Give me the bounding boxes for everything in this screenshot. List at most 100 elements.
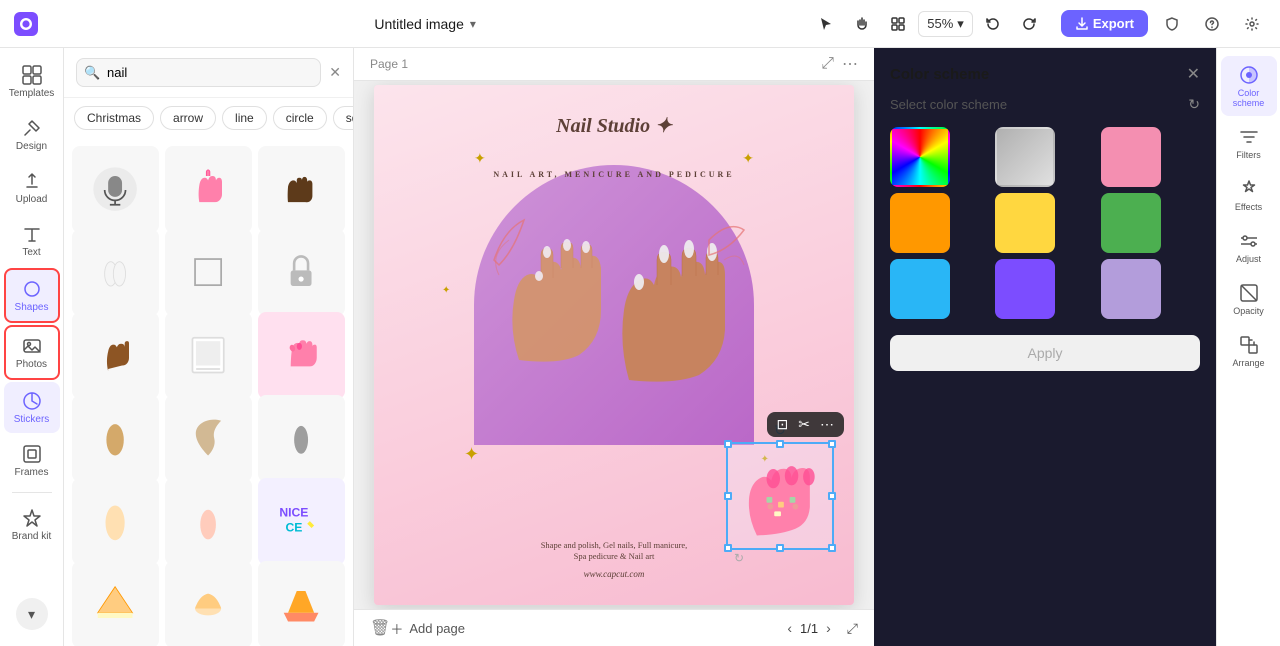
sticker-nail-cream-1[interactable] xyxy=(72,478,159,565)
hands-image-area xyxy=(479,180,749,400)
resize-rm-handle[interactable] xyxy=(828,492,836,500)
right-sidebar-item-adjust[interactable]: Adjust xyxy=(1221,222,1277,272)
canvas[interactable]: ✦ ✦ ✦ ✦ ✦ Nail Studio ✦ NAIL ART, MENICU… xyxy=(374,85,854,605)
add-page-button[interactable]: ＋ Add page xyxy=(390,619,465,638)
clear-search-button[interactable]: ✕ xyxy=(329,64,341,81)
sidebar-item-stickers[interactable]: Stickers xyxy=(4,382,60,433)
resize-lm-handle[interactable] xyxy=(724,492,732,500)
swatch-yellow[interactable] xyxy=(995,193,1055,253)
help-button[interactable] xyxy=(1196,8,1228,40)
panel-title: Color scheme xyxy=(890,66,989,83)
sidebar-item-brand[interactable]: Brand kit xyxy=(4,499,60,550)
tag-arrow[interactable]: arrow xyxy=(160,106,216,130)
sticker-food[interactable] xyxy=(258,561,345,646)
search-bar: 🔍 ✕ xyxy=(64,48,353,98)
sticker-pink-glove[interactable] xyxy=(258,312,345,399)
tag-circle[interactable]: circle xyxy=(273,106,327,130)
sidebar-item-templates[interactable]: Templates xyxy=(4,56,60,107)
swatch-blue[interactable] xyxy=(890,259,950,319)
nail-desc: Shape and polish, Gel nails, Full manicu… xyxy=(541,540,688,550)
sticker-nice[interactable]: NICE CE xyxy=(258,478,345,565)
sticker-nail-gray[interactable] xyxy=(258,395,345,482)
resize-tl-handle[interactable] xyxy=(724,440,732,448)
prev-page-button[interactable]: ‹ xyxy=(787,620,792,636)
sticker-nail-cream-2[interactable] xyxy=(165,478,252,565)
color-scheme-panel: Color scheme ✕ Select color scheme ↻ App… xyxy=(874,48,1216,646)
canva-logo[interactable] xyxy=(12,10,40,38)
swatch-pink[interactable] xyxy=(1101,127,1161,187)
swatch-purple[interactable] xyxy=(995,259,1055,319)
search-input[interactable] xyxy=(76,58,321,87)
tag-square[interactable]: square xyxy=(333,106,353,130)
sticker-slice-1[interactable] xyxy=(72,561,159,646)
tag-line[interactable]: line xyxy=(222,106,267,130)
resize-bm-handle[interactable] xyxy=(776,544,784,552)
sparkle-right: ✦ xyxy=(742,150,754,167)
sidebar-item-design[interactable]: Design xyxy=(4,109,60,160)
sidebar-item-upload[interactable]: Upload xyxy=(4,162,60,213)
sticker-slice-2[interactable] xyxy=(165,561,252,646)
chevron-down-icon[interactable]: ▾ xyxy=(470,17,476,31)
fullscreen-button[interactable]: ⤢ xyxy=(847,620,858,637)
sticker-polaroid[interactable] xyxy=(165,312,252,399)
tag-christmas[interactable]: Christmas xyxy=(74,106,154,130)
sidebar-item-frames[interactable]: Frames xyxy=(4,435,60,486)
layout-tool-button[interactable] xyxy=(882,8,914,40)
apply-color-scheme-button[interactable]: Apply xyxy=(890,335,1200,371)
sticker-pink-hand[interactable] xyxy=(165,146,252,233)
right-sidebar-item-color-scheme[interactable]: Color scheme xyxy=(1221,56,1277,116)
sticker-nail-beige[interactable] xyxy=(72,395,159,482)
sidebar-item-shapes[interactable]: Shapes xyxy=(4,268,60,323)
resize-tm-handle[interactable] xyxy=(776,440,784,448)
resize-br-handle[interactable] xyxy=(828,544,836,552)
swatch-gray[interactable] xyxy=(995,127,1055,187)
nail-desc2: Spa pedicure & Nail art xyxy=(574,551,655,561)
sticker-nail-white[interactable] xyxy=(72,229,159,316)
sticker-lock[interactable] xyxy=(258,229,345,316)
delete-page-button[interactable]: 🗑 xyxy=(370,618,390,638)
canvas-wrapper[interactable]: ✦ ✦ ✦ ✦ ✦ Nail Studio ✦ NAIL ART, MENICU… xyxy=(354,81,874,609)
right-sidebar-item-filters[interactable]: Filters xyxy=(1221,118,1277,168)
sticker-feather[interactable] xyxy=(165,395,252,482)
color-swatches-grid xyxy=(890,127,1200,319)
sticker-more-button[interactable]: ⋯ xyxy=(820,416,834,433)
resize-tr-handle[interactable] xyxy=(828,440,836,448)
doc-title: Untitled image xyxy=(374,16,464,32)
sidebar-item-text[interactable]: Text xyxy=(4,215,60,266)
right-sidebar-item-arrange[interactable]: Arrange xyxy=(1221,326,1277,376)
right-sidebar-item-effects[interactable]: Effects xyxy=(1221,170,1277,220)
sticker-brown-hand[interactable] xyxy=(72,312,159,399)
settings-button[interactable] xyxy=(1236,8,1268,40)
refresh-swatches-button[interactable]: ↻ xyxy=(1188,96,1200,113)
sticker-crop-button[interactable]: ✂ xyxy=(798,416,810,433)
swatch-orange[interactable] xyxy=(890,193,950,253)
zoom-control[interactable]: 55% ▾ xyxy=(918,11,973,37)
sidebar-more-button[interactable]: ▾ xyxy=(16,598,48,630)
swatch-rainbow[interactable] xyxy=(890,127,950,187)
swatch-green[interactable] xyxy=(1101,193,1161,253)
sidebar-item-photos[interactable]: Photos xyxy=(4,325,60,380)
search-input-wrapper: 🔍 xyxy=(76,58,321,87)
canvas-background: ✦ ✦ ✦ ✦ ✦ Nail Studio ✦ NAIL ART, MENICU… xyxy=(374,85,854,605)
shield-button[interactable] xyxy=(1156,8,1188,40)
redo-button[interactable] xyxy=(1013,8,1045,40)
canvas-expand-button[interactable]: ⤢ xyxy=(821,55,834,73)
selected-sticker-container[interactable]: ↻ xyxy=(726,442,834,550)
swatch-lavender[interactable] xyxy=(1101,259,1161,319)
sticker-box[interactable] xyxy=(165,229,252,316)
canvas-more-button[interactable]: ⋯ xyxy=(842,54,858,74)
export-button[interactable]: Export xyxy=(1061,10,1148,37)
next-page-button[interactable]: › xyxy=(826,620,831,636)
panel-subtitle: Select color scheme xyxy=(890,97,1007,112)
hand-tool-button[interactable] xyxy=(846,8,878,40)
resize-bl-handle[interactable] xyxy=(724,544,732,552)
sticker-resize-button[interactable]: ⊡ xyxy=(777,416,789,433)
sticker-dark-hands[interactable] xyxy=(258,146,345,233)
sticker-mic[interactable] xyxy=(72,146,159,233)
page-counter: 1/1 xyxy=(800,621,818,636)
panel-close-button[interactable]: ✕ xyxy=(1187,64,1200,84)
nail-url: www.capcut.com xyxy=(584,569,645,579)
pointer-tool-button[interactable] xyxy=(810,8,842,40)
right-sidebar-item-opacity[interactable]: Opacity xyxy=(1221,274,1277,324)
undo-button[interactable] xyxy=(977,8,1009,40)
